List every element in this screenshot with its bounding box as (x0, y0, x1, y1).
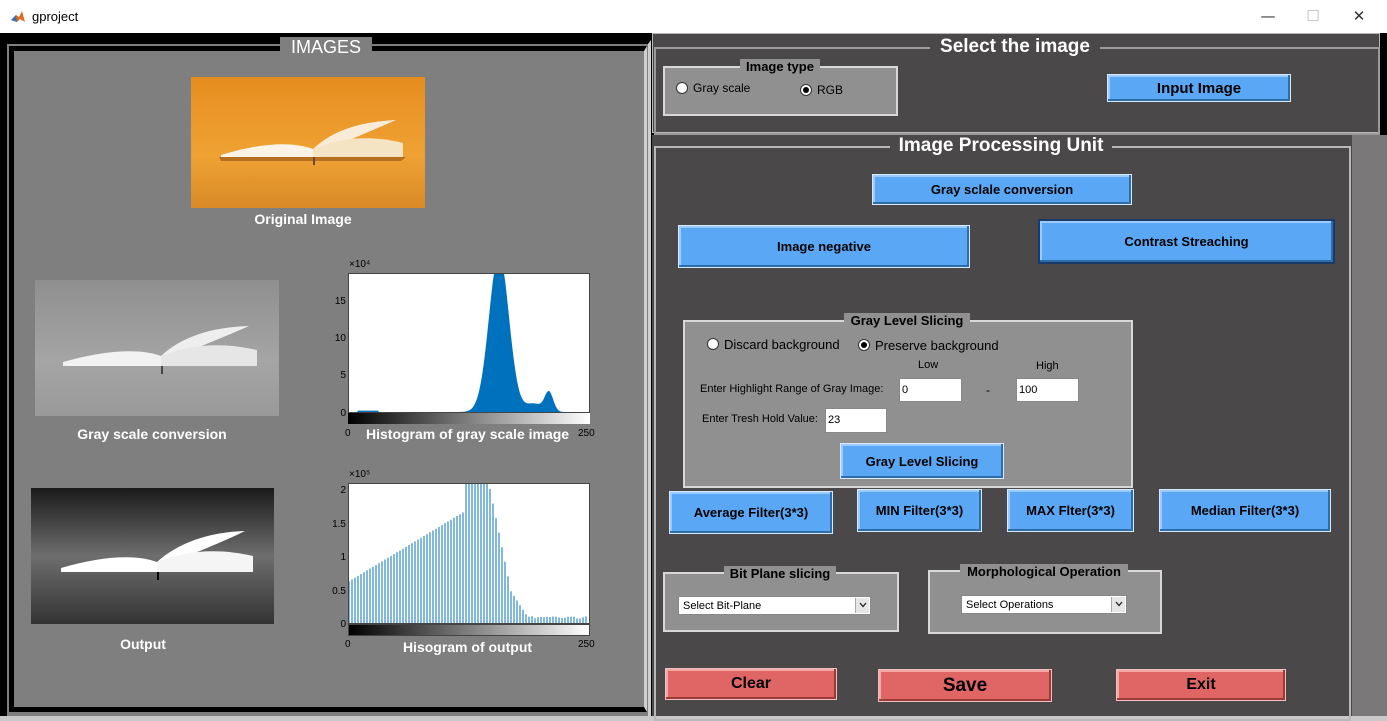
histogram-gray-plot (348, 273, 590, 424)
hist1-exponent: ×10⁴ (349, 259, 370, 270)
radio-gray-scale[interactable] (676, 82, 688, 94)
low-label: Low (918, 359, 938, 371)
maximize-button[interactable]: ☐ (1290, 0, 1336, 33)
window-title-bar (0, 0, 1387, 33)
hist2-xmax: 250 (578, 639, 595, 650)
bit-plane-select[interactable]: Select Bit-Plane (678, 596, 871, 615)
original-image-caption: Original Image (226, 211, 380, 227)
save-button[interactable]: Save (878, 669, 1052, 702)
chevron-down-icon (855, 598, 869, 613)
bit-plane-select-value: Select Bit-Plane (683, 600, 761, 612)
morphological-title: Morphological Operation (960, 564, 1128, 580)
image-negative-button[interactable]: Image negative (678, 225, 970, 268)
bit-plane-title: Bit Plane slicing (724, 566, 836, 582)
gray-level-slicing-button[interactable]: Gray Level Slicing (840, 443, 1004, 479)
gray-image-caption: Gray scale conversion (62, 426, 242, 442)
threshold-label: Enter Tresh Hold Value: (702, 413, 818, 425)
histogram-gray-area (349, 274, 589, 412)
background-strip (1352, 135, 1387, 716)
chevron-down-icon (1111, 597, 1125, 612)
gray-scale-image (35, 280, 279, 416)
hist1-ytick: 0 (334, 408, 346, 419)
histogram-output-colorbar (348, 624, 590, 636)
contrast-stretching-button[interactable]: Contrast Streaching (1038, 219, 1335, 264)
window-title: gproject (32, 9, 78, 24)
hist2-ytick: 1 (326, 552, 346, 563)
average-filter-button[interactable]: Average Filter(3*3) (669, 491, 833, 534)
radio-rgb-label: RGB (817, 83, 843, 97)
radio-rgb[interactable] (800, 84, 812, 96)
hist2-xmin: 0 (345, 639, 351, 650)
images-panel-title: IMAGES (280, 37, 372, 59)
output-image (31, 488, 274, 624)
histogram-output-plot (348, 483, 590, 624)
radio-gray-scale-label: Gray scale (693, 81, 750, 95)
exit-button[interactable]: Exit (1116, 669, 1286, 701)
select-image-title: Select the image (930, 36, 1100, 60)
hist1-ytick: 10 (334, 333, 346, 344)
morphological-select-value: Select Operations (966, 599, 1053, 611)
histogram-output-caption: Hisogram of output (380, 639, 555, 655)
clear-button[interactable]: Clear (665, 668, 837, 700)
histogram-output-bars (349, 484, 589, 623)
high-range-input[interactable]: 100 (1016, 378, 1079, 402)
hist2-ytick: 0.5 (326, 586, 346, 597)
histogram-gray-bars (349, 274, 589, 423)
low-range-input[interactable]: 0 (899, 378, 962, 402)
hist1-ytick: 15 (334, 296, 346, 307)
close-button[interactable]: ✕ (1336, 0, 1382, 33)
median-filter-button[interactable]: Median Filter(3*3) (1159, 489, 1331, 532)
image-processing-title: Image Processing Unit (890, 135, 1112, 159)
original-image (191, 77, 425, 208)
threshold-input[interactable]: 23 (825, 408, 887, 433)
hist2-ytick: 2 (326, 485, 346, 496)
histogram-gray-caption: Histogram of gray scale image (366, 426, 566, 442)
max-filter-button[interactable]: MAX Flter(3*3) (1007, 489, 1134, 532)
morphological-select[interactable]: Select Operations (961, 595, 1127, 614)
radio-discard-background[interactable] (707, 338, 719, 350)
matlab-icon (10, 9, 26, 25)
output-image-caption: Output (93, 636, 193, 652)
range-dash: - (986, 383, 990, 397)
hist1-ytick: 5 (334, 370, 346, 381)
hist2-ytick: 0 (326, 619, 346, 630)
radio-discard-label: Discard background (724, 337, 840, 352)
high-label: High (1036, 360, 1059, 372)
radio-preserve-label: Preserve background (875, 338, 999, 353)
min-filter-button[interactable]: MIN Filter(3*3) (857, 489, 982, 532)
gray-scale-conversion-button[interactable]: Gray sclale conversion (872, 174, 1132, 205)
image-type-title: Image type (740, 59, 820, 75)
hist2-ytick: 1.5 (326, 519, 346, 530)
hist1-xmax: 250 (578, 428, 595, 439)
gray-level-slicing-title: Gray Level Slicing (844, 313, 970, 329)
hist1-xmin: 0 (345, 428, 351, 439)
histogram-gray-colorbar (348, 412, 590, 424)
radio-preserve-background[interactable] (858, 339, 870, 351)
minimize-button[interactable]: — (1245, 0, 1291, 33)
hist2-exponent: ×10⁵ (349, 469, 370, 480)
highlight-range-label: Enter Highlight Range of Gray Image: (700, 383, 883, 395)
input-image-button[interactable]: Input Image (1107, 74, 1291, 102)
